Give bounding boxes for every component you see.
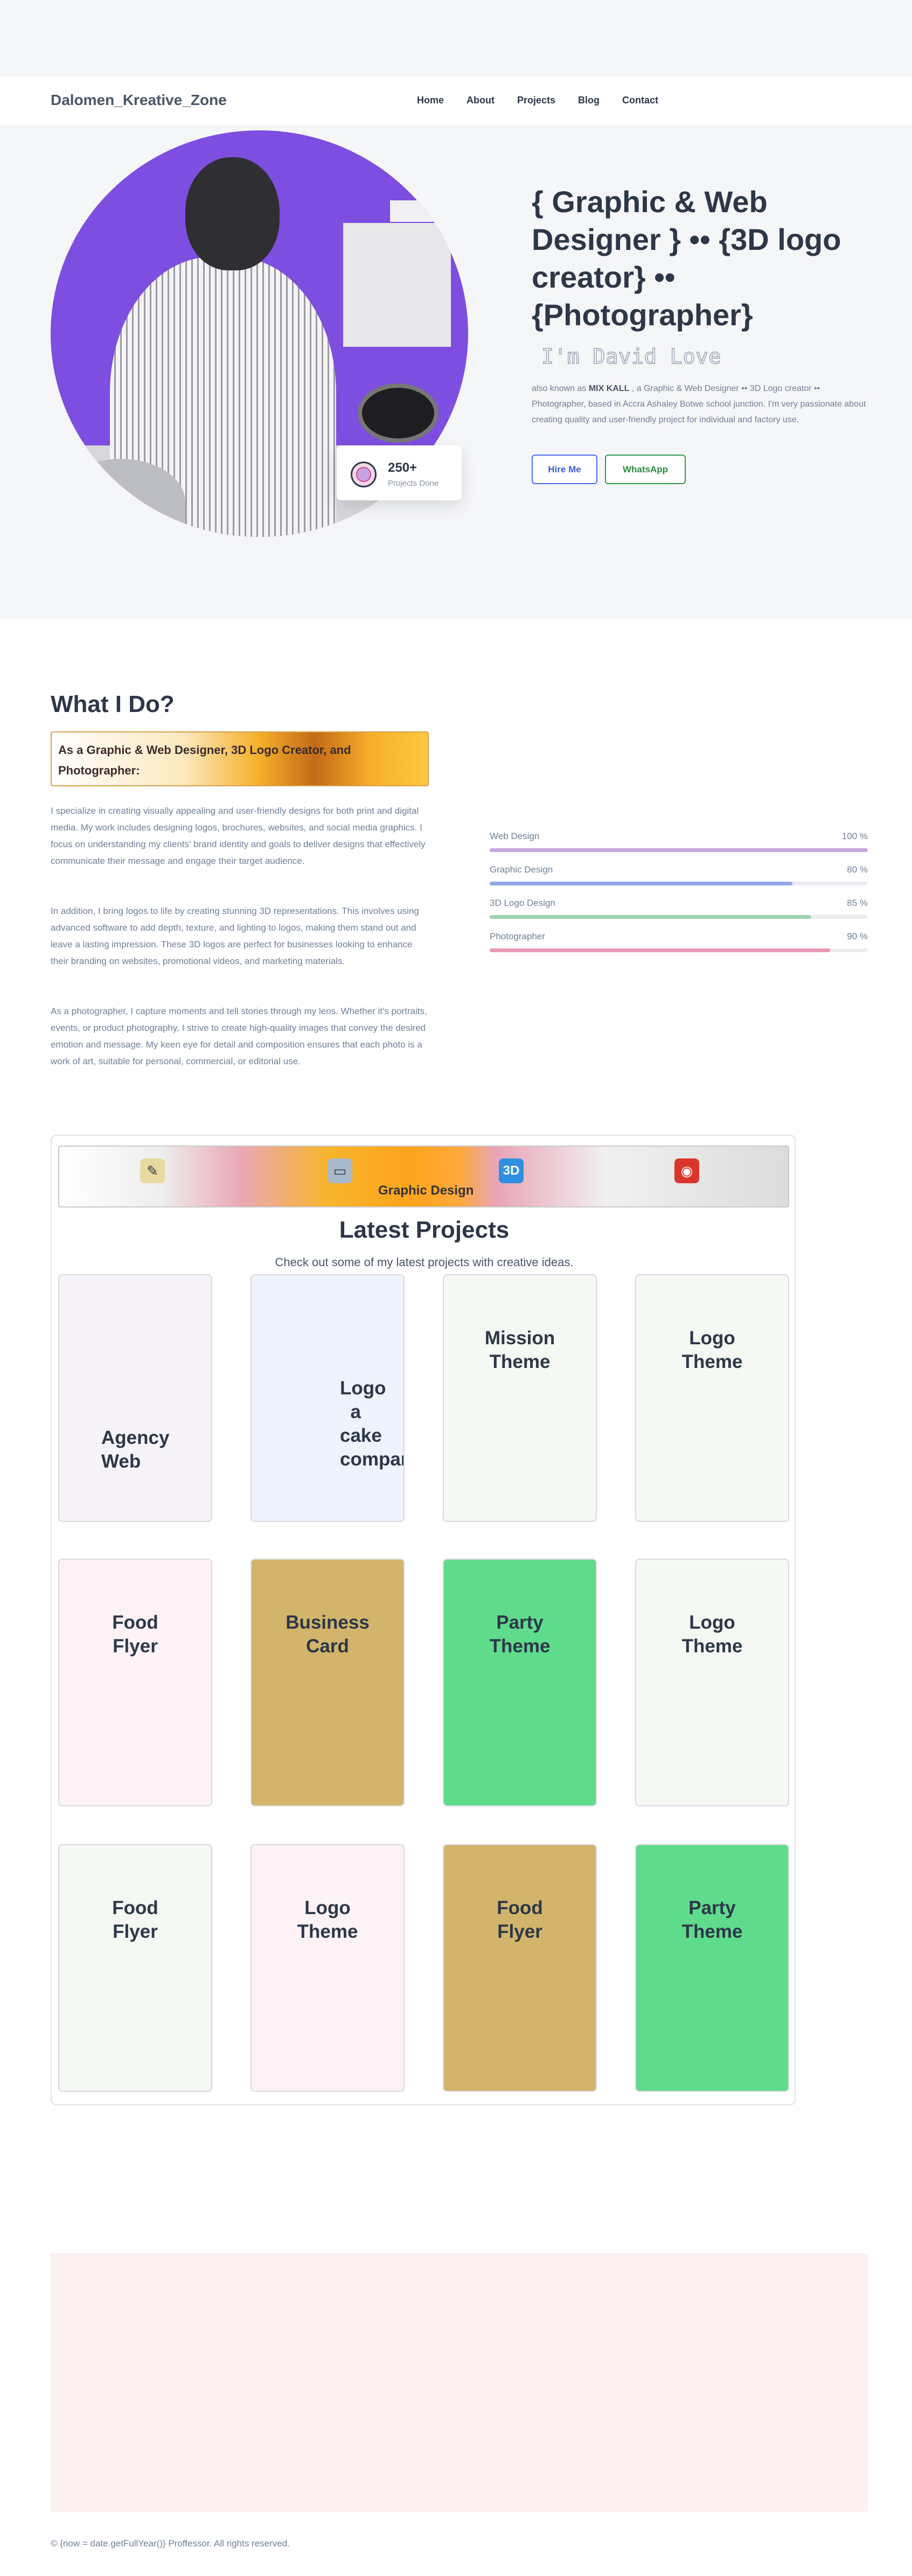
laptop-icon[interactable]: ▭	[328, 1158, 352, 1183]
skill-fill	[490, 848, 868, 852]
skill-label: Web Design	[490, 831, 540, 841]
skill-value: 85 %	[847, 898, 868, 908]
skill-track	[490, 848, 868, 852]
whatsapp-button[interactable]: WhatsApp	[605, 455, 686, 484]
project-card-title: Party Theme	[681, 1897, 743, 1942]
latest-projects-title: Latest Projects	[339, 1217, 510, 1243]
top-spacer	[0, 0, 912, 76]
project-card-title: Agency Web	[101, 1427, 170, 1472]
project-card[interactable]: Party Theme	[443, 1559, 597, 1806]
skill-value: 80 %	[847, 864, 868, 875]
navbar: Dalomen_Kreative_Zone Home About Project…	[0, 76, 912, 125]
skill-track	[490, 915, 868, 919]
project-card[interactable]: Food Flyer	[58, 1559, 212, 1806]
stat-label: Projects Done	[388, 479, 439, 488]
project-card[interactable]: Logo Theme	[250, 1844, 405, 2092]
project-card[interactable]: Business Card	[250, 1559, 405, 1806]
hero-section: 250+ Projects Done { Graphic & Web Desig…	[0, 125, 912, 618]
project-card[interactable]: Logo Theme	[635, 1274, 789, 1522]
project-card[interactable]: Party Theme	[635, 1844, 789, 2092]
project-card-title: Logo Theme	[681, 1612, 743, 1657]
skill-label: Photographer	[490, 931, 546, 941]
project-card[interactable]: Agency Web	[58, 1274, 212, 1522]
what-i-do-title: What I Do?	[51, 691, 175, 717]
project-card-title: Logo a cake company	[340, 1378, 403, 1470]
project-card[interactable]: Food Flyer	[443, 1844, 597, 2092]
footer-copyright: © {now = date.getFullYear()} Proffessor.…	[51, 2538, 290, 2549]
projects-done-card: 250+ Projects Done	[337, 445, 462, 500]
skill-track	[490, 882, 868, 885]
project-card-title: Food Flyer	[112, 1612, 158, 1657]
alias-name: MIX KALL	[588, 384, 630, 393]
project-card-title: Food Flyer	[112, 1897, 158, 1942]
hero-title: { Graphic & Web Designer } •• {3D logo c…	[532, 185, 841, 332]
project-card-title: Business Card	[286, 1612, 370, 1657]
projects-section: ✎ ▭ 3D ◉ Graphic Design Latest Projects …	[51, 1135, 796, 2105]
3d-icon[interactable]: 3D	[499, 1158, 524, 1183]
pen-tablet-icon[interactable]: ✎	[140, 1158, 165, 1183]
nav-links: Home About Projects Blog Contact	[417, 95, 681, 106]
skill-fill	[490, 948, 830, 952]
project-card-title: Logo Theme	[297, 1897, 358, 1942]
banner-text: As a Graphic & Web Designer, 3D Logo Cre…	[58, 743, 351, 777]
skill-track	[490, 948, 868, 952]
skill-value: 100 %	[841, 831, 868, 841]
hero-name: I'm David Love	[541, 344, 722, 369]
nav-contact[interactable]: Contact	[622, 95, 658, 106]
skill-label: Graphic Design	[490, 864, 553, 875]
hero-description: also known as MIX KALL , a Graphic & Web…	[532, 384, 866, 424]
badge-icon	[351, 462, 377, 487]
ribbon-label: Graphic Design	[378, 1183, 474, 1198]
nav-about[interactable]: About	[467, 95, 495, 106]
nav-projects[interactable]: Projects	[517, 95, 555, 106]
paragraph-3d: In addition, I bring logos to life by cr…	[51, 906, 419, 966]
skill-value: 90 %	[847, 931, 868, 941]
paragraph-photo: As a photographer, I capture moments and…	[51, 1006, 427, 1066]
nav-blog[interactable]: Blog	[578, 95, 600, 106]
camera-icon[interactable]: ◉	[674, 1158, 699, 1183]
project-card-title: Food Flyer	[497, 1897, 543, 1942]
brand-logo[interactable]: Dalomen_Kreative_Zone	[51, 92, 227, 109]
latest-projects-subtitle: Check out some of my latest projects wit…	[275, 1255, 574, 1269]
stat-number: 250+	[388, 460, 417, 475]
project-card-title: Logo Theme	[681, 1328, 743, 1372]
what-i-do-banner: As a Graphic & Web Designer, 3D Logo Cre…	[51, 731, 429, 786]
project-card-title: Mission Theme	[484, 1328, 555, 1372]
project-card[interactable]: Food Flyer	[58, 1844, 212, 2092]
project-card[interactable]: Logo a cake company	[250, 1274, 405, 1522]
project-card[interactable]: Logo Theme	[635, 1559, 789, 1806]
contact-placeholder	[51, 2253, 868, 2512]
paragraph-design: I specialize in creating visually appeal…	[51, 806, 426, 866]
category-ribbon: ✎ ▭ 3D ◉ Graphic Design	[58, 1146, 789, 1207]
skill-fill	[490, 915, 811, 919]
skill-fill	[490, 882, 792, 885]
project-card[interactable]: Mission Theme	[443, 1274, 597, 1522]
skill-label: 3D Logo Design	[490, 898, 555, 908]
project-card-title: Party Theme	[489, 1612, 551, 1657]
hire-me-button[interactable]: Hire Me	[532, 455, 597, 484]
nav-home[interactable]: Home	[417, 95, 444, 106]
